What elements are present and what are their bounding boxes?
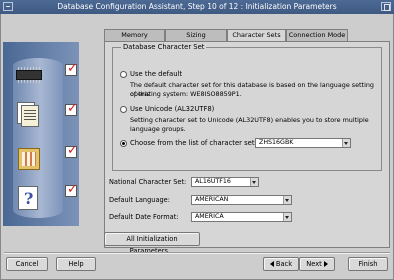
group-legend: Database Character Set [121,43,207,51]
default-date-format-select[interactable]: AMERICA [191,212,292,222]
chip-icon [15,62,43,90]
character-set-select[interactable]: ZHS16GBK [255,138,351,148]
calculator-icon [15,145,43,173]
chevron-down-icon[interactable] [342,139,350,147]
maximize-icon[interactable] [381,2,391,11]
chevron-left-icon [269,261,274,267]
chevron-down-icon[interactable] [250,178,258,186]
default-language-value: AMERICAN [195,196,229,203]
documents-icon [15,100,43,128]
finish-button[interactable]: Finish [348,257,388,271]
help-book-icon: ? [15,184,43,212]
national-charset-select[interactable]: AL16UTF16 [191,177,259,187]
choose-list-radio[interactable] [120,140,127,147]
check-mark-icon [65,101,78,116]
use-unicode-radio[interactable] [120,106,127,113]
wizard-illustration: ? [3,42,79,226]
chevron-down-icon[interactable] [283,196,291,204]
help-button[interactable]: Help [56,257,96,271]
tab-memory[interactable]: Memory [104,29,165,41]
all-initialization-parameters-button[interactable]: All Initialization Parameters... [104,232,200,255]
check-mark-icon [65,182,78,197]
default-date-format-label: Default Date Format: [109,213,179,221]
default-date-format-value: AMERICA [195,213,224,220]
use-unicode-description-line2: language groups. [130,125,186,133]
next-button[interactable]: Next [299,257,335,271]
back-label: Back [275,260,293,268]
check-mark-icon [65,61,78,76]
back-button[interactable]: Back [263,257,299,271]
database-character-set-group: Database Character Set Use the default T… [112,43,382,171]
check-mark-icon [65,143,78,158]
title-bar: Database Configuration Assistant, Step 1… [0,0,394,14]
use-default-label[interactable]: Use the default [130,70,182,78]
choose-list-label[interactable]: Choose from the list of character sets [130,139,258,147]
character-set-value: ZHS16GBK [259,139,294,146]
use-unicode-description-line1: Setting character set to Unicode (AL32UT… [130,116,369,124]
character-sets-panel: Database Character Set Use the default T… [104,41,390,248]
national-charset-value: AL16UTF16 [195,178,231,185]
chevron-down-icon[interactable] [283,213,291,221]
tab-connection-mode[interactable]: Connection Mode [286,29,348,41]
use-unicode-label[interactable]: Use Unicode (AL32UTF8) [130,105,214,113]
default-language-select[interactable]: AMERICAN [191,195,292,205]
default-language-label: Default Language: [109,196,170,204]
cancel-button[interactable]: Cancel [6,257,48,271]
button-separator [4,252,390,254]
tab-sizing[interactable]: Sizing [165,29,227,41]
national-charset-label: National Character Set: [109,178,187,186]
use-default-radio[interactable] [120,71,127,78]
use-default-description-line2: operating system: WE8ISO8859P1. [130,90,242,98]
chevron-right-icon [323,261,328,267]
next-label: Next [306,260,322,268]
window-title: Database Configuration Assistant, Step 1… [57,2,337,11]
